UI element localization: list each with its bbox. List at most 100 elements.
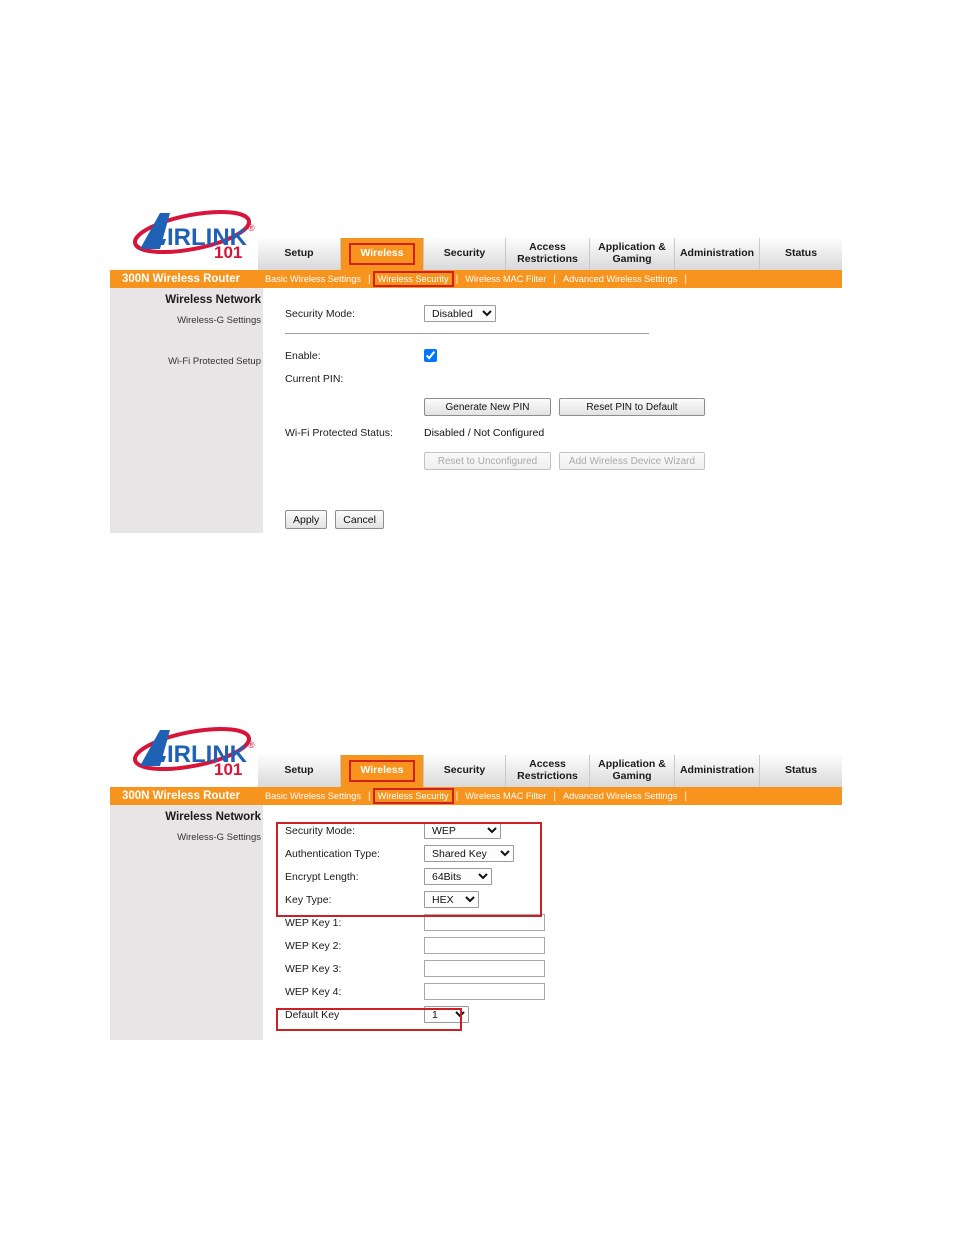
sidebar-item-wireless-g-settings: Wireless-G Settings (177, 315, 261, 326)
row-wep-key-4: WEP Key 4: (285, 980, 842, 1003)
settings-content: Security Mode: WEP Authentication Type: … (263, 805, 842, 1040)
router-admin-panel-wep: IRLINK ® 101 Setup Wireless Security Acc… (110, 722, 842, 1040)
wep-key-4-input[interactable] (424, 983, 545, 1000)
subnav-advanced-wireless-settings[interactable]: Advanced Wireless Settings (556, 274, 684, 284)
wep-key-3-input[interactable] (424, 960, 545, 977)
reset-to-unconfigured-button[interactable]: Reset to Unconfigured (424, 452, 551, 470)
subnav-wireless-mac-filter[interactable]: Wireless MAC Filter (458, 791, 553, 801)
label-wep-key-4: WEP Key 4: (285, 985, 342, 998)
wps-action-button-row: Reset to Unconfigured Add Wireless Devic… (424, 452, 842, 470)
tab-wireless[interactable]: Wireless (341, 755, 424, 787)
subnav-wireless-security[interactable]: Wireless Security (371, 788, 456, 804)
row-security-mode: Security Mode: WEP (285, 819, 842, 842)
row-key-type: Key Type: HEX (285, 888, 842, 911)
wep-key-1-input[interactable] (424, 914, 545, 931)
subnav-basic-wireless-settings[interactable]: Basic Wireless Settings (258, 791, 368, 801)
sidebar: Wireless Network Wireless-G Settings (110, 805, 263, 1040)
label-wifi-protected-status: Wi-Fi Protected Status: (285, 427, 393, 439)
panel-body: Wireless Network Wireless-G Settings Sec… (110, 805, 842, 1040)
tab-security[interactable]: Security (424, 238, 506, 270)
reset-pin-to-default-button[interactable]: Reset PIN to Default (559, 398, 705, 416)
tab-access-restrictions[interactable]: Access Restrictions (506, 755, 590, 787)
subnav-wireless-security-label: Wireless Security (377, 791, 449, 801)
tab-access-line2: Restrictions (517, 770, 578, 782)
section-divider (285, 333, 649, 334)
row-default-key: Default Key 1 (285, 1003, 842, 1026)
generate-new-pin-button[interactable]: Generate New PIN (424, 398, 551, 416)
router-model-name: 300N Wireless Router (122, 790, 241, 802)
tab-access-restrictions[interactable]: Access Restrictions (506, 238, 590, 270)
main-tab-bar: Setup Wireless Security Access Restricti… (258, 238, 842, 271)
tab-application-gaming[interactable]: Application & Gaming (590, 755, 675, 787)
label-security-mode: Security Mode: (285, 824, 356, 837)
tab-access-line1: Access (529, 241, 566, 254)
tab-wireless[interactable]: Wireless (341, 238, 424, 270)
sub-navigation-bar: 300N Wireless Router Basic Wireless Sett… (110, 787, 842, 805)
subnav-advanced-wireless-settings[interactable]: Advanced Wireless Settings (556, 791, 684, 801)
settings-content: Security Mode: Disabled Enable: Current … (263, 288, 842, 533)
sub-nav-items: Basic Wireless Settings | Wireless Secur… (258, 271, 842, 287)
row-enable: Enable: (285, 344, 842, 367)
add-wireless-device-wizard-button[interactable]: Add Wireless Device Wizard (559, 452, 705, 470)
router-model-name: 300N Wireless Router (122, 273, 241, 285)
wep-key-2-input[interactable] (424, 937, 545, 954)
enable-checkbox[interactable] (424, 349, 437, 362)
tab-setup[interactable]: Setup (258, 755, 341, 787)
row-authentication-type: Authentication Type: Shared Key (285, 842, 842, 865)
svg-text:101: 101 (214, 760, 242, 777)
main-tab-bar: Setup Wireless Security Access Restricti… (258, 755, 842, 788)
tab-security[interactable]: Security (424, 755, 506, 787)
tab-administration[interactable]: Administration (675, 238, 760, 270)
tab-administration[interactable]: Administration (675, 755, 760, 787)
encrypt-length-select[interactable]: 64Bits (424, 868, 492, 885)
form-action-row: Apply Cancel (285, 510, 842, 529)
tab-status[interactable]: Status (760, 755, 842, 787)
pin-button-row: Generate New PIN Reset PIN to Default (424, 398, 842, 416)
tab-status[interactable]: Status (760, 238, 842, 270)
label-wep-key-3: WEP Key 3: (285, 962, 342, 975)
tab-wireless-label: Wireless (360, 764, 404, 777)
sidebar: Wireless Network Wireless-G Settings Wi-… (110, 288, 263, 533)
cancel-button[interactable]: Cancel (335, 510, 384, 529)
sub-nav-items: Basic Wireless Settings | Wireless Secur… (258, 788, 842, 804)
tab-setup[interactable]: Setup (258, 238, 341, 270)
tab-app-line1: Application & (598, 241, 666, 254)
airlink-logo: IRLINK ® 101 (130, 205, 260, 260)
label-wep-key-1: WEP Key 1: (285, 916, 342, 929)
label-enable: Enable: (285, 349, 321, 362)
router-admin-panel-wps: IRLINK ® 101 Setup Wireless Security Acc… (110, 205, 842, 533)
svg-text:®: ® (248, 223, 255, 233)
value-wifi-protected-status: Disabled / Not Configured (424, 427, 545, 439)
tab-app-line1: Application & (598, 758, 666, 771)
authentication-type-select[interactable]: Shared Key (424, 845, 514, 862)
airlink-logo: IRLINK ® 101 (130, 722, 260, 777)
subnav-separator: | (684, 790, 687, 802)
sidebar-item-wireless-g-settings: Wireless-G Settings (177, 832, 261, 843)
tab-access-line2: Restrictions (517, 253, 578, 265)
subnav-wireless-mac-filter[interactable]: Wireless MAC Filter (458, 274, 553, 284)
security-mode-select[interactable]: Disabled (424, 305, 496, 322)
label-wep-key-2: WEP Key 2: (285, 939, 342, 952)
apply-button[interactable]: Apply (285, 510, 328, 529)
default-key-select[interactable]: 1 (424, 1006, 469, 1023)
key-type-select[interactable]: HEX (424, 891, 479, 908)
label-authentication-type: Authentication Type: (285, 847, 380, 860)
label-current-pin: Current PIN: (285, 372, 344, 385)
subnav-wireless-security-label: Wireless Security (377, 274, 449, 284)
tab-wireless-label: Wireless (360, 247, 404, 260)
row-security-mode: Security Mode: Disabled (285, 302, 842, 325)
row-wep-key-3: WEP Key 3: (285, 957, 842, 980)
label-security-mode: Security Mode: (285, 307, 356, 320)
tab-application-gaming[interactable]: Application & Gaming (590, 238, 675, 270)
security-mode-select[interactable]: WEP (424, 822, 501, 839)
panel-header: IRLINK ® 101 Setup Wireless Security Acc… (110, 722, 842, 805)
tab-app-line2: Gaming (612, 253, 652, 265)
row-wep-key-2: WEP Key 2: (285, 934, 842, 957)
subnav-basic-wireless-settings[interactable]: Basic Wireless Settings (258, 274, 368, 284)
subnav-wireless-security[interactable]: Wireless Security (371, 271, 456, 287)
